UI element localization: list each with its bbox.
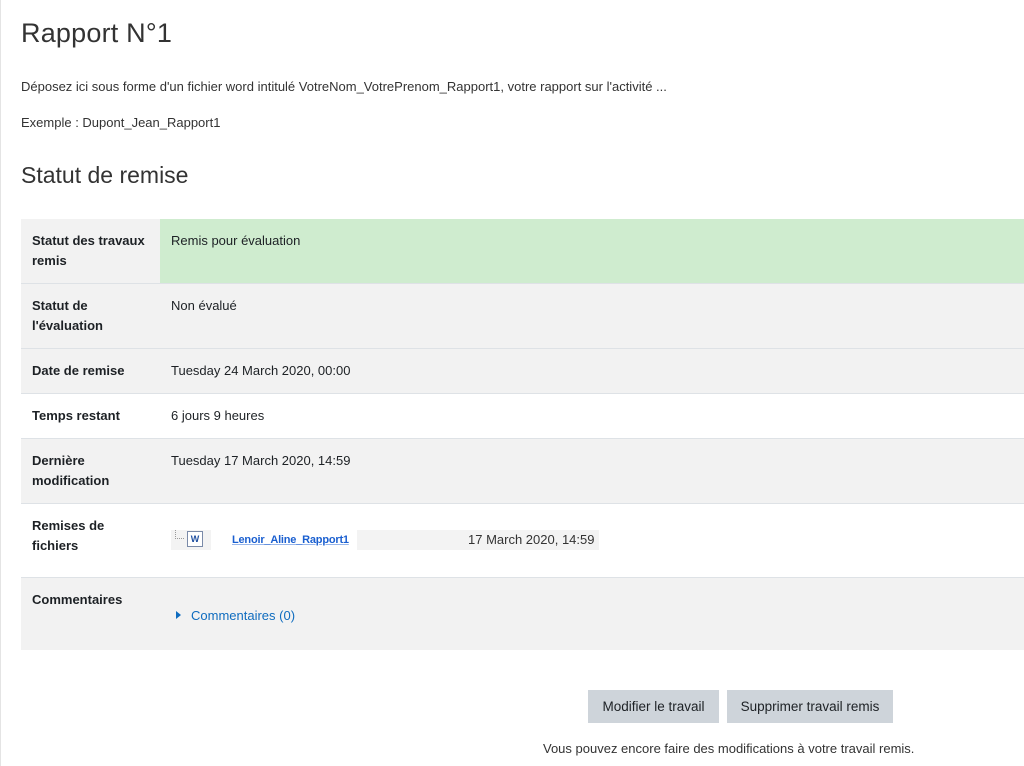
row-label: Statut de l'évaluation [21, 283, 160, 349]
tree-connector [175, 530, 184, 539]
edit-submission-button[interactable]: Modifier le travail [588, 690, 719, 723]
file-date: 17 March 2020, 14:59 [468, 532, 595, 547]
comments-cell: Commentaires (0) [160, 577, 1024, 650]
row-grading-status: Statut de l'évaluation Non évalué [21, 283, 1024, 349]
row-time-remaining: Temps restant 6 jours 9 heures [21, 393, 1024, 439]
row-value: Non évalué [160, 283, 1024, 349]
row-label: Temps restant [21, 393, 160, 439]
submission-status-table: Statut des travaux remis Remis pour éval… [21, 219, 1024, 650]
caret-right-icon [176, 611, 181, 619]
remove-submission-button[interactable]: Supprimer travail remis [727, 690, 893, 723]
row-comments: Commentaires Commentaires (0) [21, 577, 1024, 650]
file-item: W Lenoir_Aline_Rapport1 17 March 2020, 1… [171, 516, 1014, 556]
comments-toggle-link[interactable]: Commentaires (0) [171, 606, 295, 626]
row-label: Remises de fichiers [21, 503, 160, 578]
page-title: Rapport N°1 [21, 18, 173, 48]
assignment-page: Rapport N°1 Déposez ici sous forme d'un … [0, 0, 1024, 766]
intro-example: Exemple : Dupont_Jean_Rapport1 [21, 115, 221, 130]
row-last-modified: Dernière modification Tuesday 17 March 2… [21, 438, 1024, 504]
row-due-date: Date de remise Tuesday 24 March 2020, 00… [21, 348, 1024, 394]
comments-link-label: Commentaires (0) [191, 608, 296, 623]
row-value: Tuesday 17 March 2020, 14:59 [160, 438, 1024, 504]
row-label: Dernière modification [21, 438, 160, 504]
row-submission-status: Statut des travaux remis Remis pour éval… [21, 219, 1024, 284]
edit-hint-text: Vous pouvez encore faire des modificatio… [543, 741, 915, 756]
row-label: Statut des travaux remis [21, 219, 160, 284]
file-download-link[interactable]: Lenoir_Aline_Rapport1 [232, 530, 349, 550]
file-list: W Lenoir_Aline_Rapport1 17 March 2020, 1… [160, 503, 1024, 578]
row-file-submissions: Remises de fichiers W Lenoir_Aline_Rappo… [21, 503, 1024, 578]
intro-instructions: Déposez ici sous forme d'un fichier word… [21, 79, 667, 94]
section-title-submission-status: Statut de remise [21, 162, 189, 188]
row-label: Date de remise [21, 348, 160, 394]
status-badge: Remis pour évaluation [160, 219, 1024, 284]
word-file-icon: W [187, 531, 203, 547]
row-value: 6 jours 9 heures [160, 393, 1024, 439]
row-value: Tuesday 24 March 2020, 00:00 [160, 348, 1024, 394]
row-label: Commentaires [21, 577, 160, 650]
